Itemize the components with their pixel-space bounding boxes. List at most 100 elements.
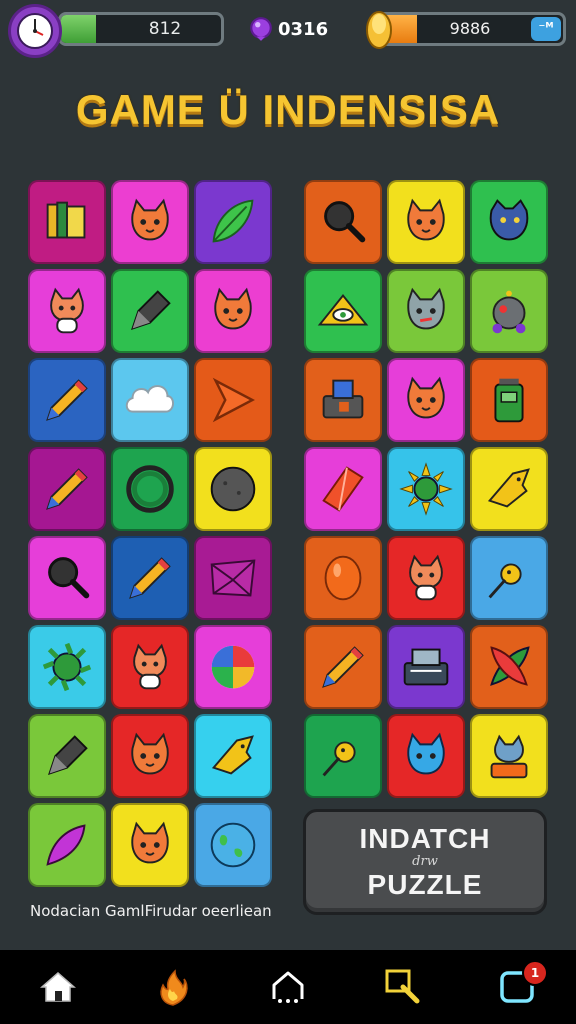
crystal-icon	[322, 466, 364, 512]
envelope-gem-icon	[210, 559, 256, 597]
pencil-icon	[322, 646, 364, 688]
ring-icon	[126, 465, 174, 513]
hud: 812 0316 9886 ⁻ᴹ	[0, 0, 576, 60]
magnifier-icon	[324, 201, 366, 243]
gems-counter: 0316	[248, 12, 328, 46]
pencil-icon	[129, 557, 171, 599]
left-tile-22[interactable]	[28, 803, 106, 887]
game-title: GAME Ü INDENSISA	[75, 86, 501, 133]
books-icon	[46, 201, 86, 239]
pin-icon	[322, 741, 356, 777]
coins-bar: 9886 ⁻ᴹ	[370, 12, 566, 46]
right-tile-1[interactable]	[304, 180, 382, 264]
left-tile-15[interactable]	[194, 536, 272, 620]
cloud-icon	[125, 385, 174, 413]
left-tile-10[interactable]	[28, 447, 106, 531]
gem-icon	[250, 17, 272, 41]
left-tile-8[interactable]	[111, 358, 189, 442]
right-tile-6[interactable]	[470, 269, 548, 353]
robot-icon	[492, 290, 526, 334]
gems-value: 0316	[278, 18, 329, 40]
left-tile-13[interactable]	[28, 536, 106, 620]
left-tile-24[interactable]	[194, 803, 272, 887]
left-tile-23[interactable]	[111, 803, 189, 887]
nav-messages[interactable]: 1	[461, 950, 576, 1024]
left-tile-6[interactable]	[194, 269, 272, 353]
left-tile-5[interactable]	[111, 269, 189, 353]
feather-icon	[46, 824, 86, 866]
left-tile-21[interactable]	[194, 714, 272, 798]
fox-flag-icon	[211, 735, 254, 775]
right-tile-2[interactable]	[387, 180, 465, 264]
match-button-line2: drw	[412, 854, 438, 869]
left-tile-2[interactable]	[111, 180, 189, 264]
fox-flag-icon	[487, 468, 530, 508]
left-tile-20[interactable]	[111, 714, 189, 798]
left-tile-12[interactable]	[194, 447, 272, 531]
right-tile-9[interactable]	[470, 358, 548, 442]
add-coins-button[interactable]: ⁻ᴹ	[531, 17, 561, 41]
trash-bin-icon	[494, 378, 524, 423]
fire-icon	[160, 969, 188, 1006]
egg-icon	[324, 555, 362, 601]
cat-face-icon	[407, 376, 445, 419]
left-tile-grid	[28, 180, 272, 887]
right-tile-12[interactable]	[470, 447, 548, 531]
nav-fire[interactable]	[115, 950, 230, 1024]
right-tile-14[interactable]	[387, 536, 465, 620]
footer-caption: Nodacian GamlFirudar oeerliean	[30, 902, 272, 920]
timer-bar: 812	[58, 12, 224, 46]
right-tile-3[interactable]	[470, 180, 548, 264]
right-tile-13[interactable]	[304, 536, 382, 620]
right-tile-18[interactable]	[470, 625, 548, 709]
right-tile-11[interactable]	[387, 447, 465, 531]
cat-icon	[133, 643, 167, 690]
left-tile-19[interactable]	[28, 714, 106, 798]
left-tile-14[interactable]	[111, 536, 189, 620]
left-tile-3[interactable]	[194, 180, 272, 264]
left-tile-9[interactable]	[194, 358, 272, 442]
left-tile-18[interactable]	[194, 625, 272, 709]
marker-icon	[48, 735, 88, 775]
right-tile-10[interactable]	[304, 447, 382, 531]
home-icon	[39, 972, 76, 1002]
pencil-icon	[46, 468, 88, 510]
right-tile-21[interactable]	[470, 714, 548, 798]
left-tile-17[interactable]	[111, 625, 189, 709]
match-puzzle-button[interactable]: INDATCH drw PUZZLE	[303, 809, 547, 915]
cash-register-icon	[403, 648, 449, 686]
spiky-ball-icon	[42, 642, 92, 692]
right-tile-17[interactable]	[387, 625, 465, 709]
marker-icon	[131, 290, 171, 330]
right-tile-7[interactable]	[304, 358, 382, 442]
arrow-gem-icon	[212, 377, 255, 423]
nav-home[interactable]	[0, 950, 115, 1024]
leaf-icon	[212, 199, 254, 243]
right-tile-4[interactable]	[304, 269, 382, 353]
match-button-line1: INDATCH	[359, 823, 491, 854]
cat-icon	[409, 554, 443, 601]
cat-icon	[50, 287, 84, 334]
house-outline-icon	[272, 971, 304, 1003]
nav-search[interactable]	[346, 950, 461, 1024]
right-tile-15[interactable]	[470, 536, 548, 620]
timer-fill	[61, 15, 97, 43]
clock-icon	[8, 4, 62, 58]
coins-value: 9886	[449, 19, 491, 38]
right-tile-20[interactable]	[387, 714, 465, 798]
coin-stack-icon	[366, 11, 392, 49]
left-tile-7[interactable]	[28, 358, 106, 442]
left-tile-16[interactable]	[28, 625, 106, 709]
right-tile-19[interactable]	[304, 714, 382, 798]
right-tile-16[interactable]	[304, 625, 382, 709]
timer-value: 812	[148, 19, 182, 39]
nav-shop[interactable]	[230, 950, 345, 1024]
left-tile-4[interactable]	[28, 269, 106, 353]
right-tile-5[interactable]	[387, 269, 465, 353]
pencil-icon	[46, 379, 88, 421]
left-tile-1[interactable]	[28, 180, 106, 264]
cat-battery-icon	[490, 734, 528, 779]
right-tile-8[interactable]	[387, 358, 465, 442]
sun-icon	[399, 462, 453, 516]
left-tile-11[interactable]	[111, 447, 189, 531]
